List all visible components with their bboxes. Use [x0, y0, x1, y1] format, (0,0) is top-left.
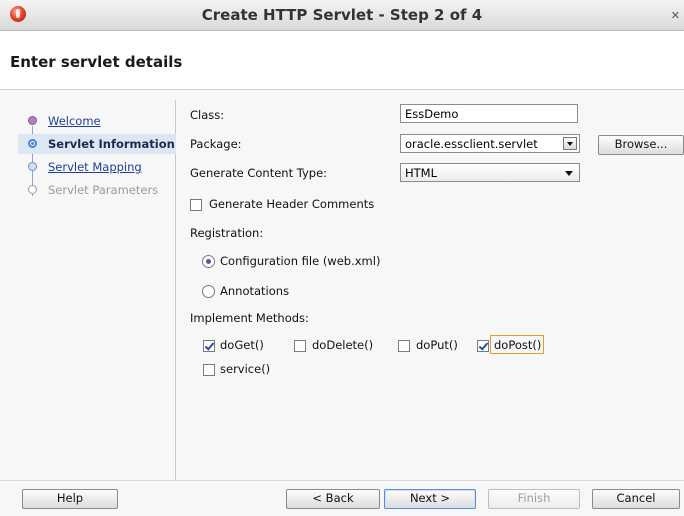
browse-button[interactable]: Browse...: [598, 135, 684, 155]
step-label[interactable]: Welcome: [48, 114, 101, 128]
service-checkbox[interactable]: [203, 364, 215, 376]
header-comments-checkbox[interactable]: [190, 199, 202, 211]
registration-label: Registration:: [190, 226, 264, 240]
step-servlet-parameters: Servlet Parameters: [18, 181, 178, 199]
registration-annotations-label: Annotations: [220, 284, 290, 298]
footer-divider: [0, 480, 684, 481]
package-label: Package:: [190, 137, 242, 151]
wizard-header: Enter servlet details: [0, 31, 684, 90]
package-value: oracle.essclient.servlet: [405, 137, 538, 151]
content-type-value: HTML: [405, 166, 438, 180]
doget-label: doGet(): [220, 338, 264, 352]
step-next-icon: [28, 162, 37, 171]
window-title: Create HTTP Servlet - Step 2 of 4: [201, 6, 483, 24]
cancel-button[interactable]: Cancel: [592, 489, 680, 509]
methods-label: Implement Methods:: [190, 311, 309, 325]
chevron-down-icon: [565, 171, 573, 176]
servlet-details-form: Class: EssDemo Package: oracle.essclient…: [176, 100, 684, 478]
header-comments-label: Generate Header Comments: [209, 197, 375, 211]
help-button[interactable]: Help: [22, 489, 118, 509]
step-welcome[interactable]: Welcome: [18, 112, 178, 130]
registration-config-label: Configuration file (web.xml): [220, 254, 381, 268]
title-bar: Create HTTP Servlet - Step 2 of 4 ✕: [0, 0, 684, 31]
back-button[interactable]: < Back: [286, 489, 380, 509]
step-servlet-mapping[interactable]: Servlet Mapping: [18, 158, 178, 176]
page-title: Enter servlet details: [10, 53, 183, 71]
step-label: Servlet Information: [48, 137, 175, 151]
registration-config-radio[interactable]: [202, 255, 215, 268]
service-label: service(): [220, 362, 271, 376]
step-future-icon: [28, 185, 37, 194]
doput-checkbox[interactable]: [398, 340, 410, 352]
content-type-label: Generate Content Type:: [190, 166, 328, 180]
dopost-label: doPost(): [494, 338, 542, 352]
registration-annotations-radio[interactable]: [202, 285, 215, 298]
step-done-icon: [28, 116, 37, 125]
close-icon[interactable]: ✕: [671, 9, 680, 22]
dodelete-label: doDelete(): [312, 338, 374, 352]
doput-label: doPut(): [416, 338, 458, 352]
content-type-select[interactable]: HTML: [400, 163, 580, 182]
class-input[interactable]: EssDemo: [400, 104, 578, 123]
finish-button: Finish: [488, 489, 580, 509]
wizard-body: Welcome Servlet Information Servlet Mapp…: [0, 90, 684, 482]
doget-checkbox[interactable]: [203, 340, 215, 352]
step-label[interactable]: Servlet Mapping: [48, 160, 142, 174]
dodelete-checkbox[interactable]: [294, 340, 306, 352]
step-label: Servlet Parameters: [48, 183, 159, 197]
wizard-footer: Help < Back Next > Finish Cancel: [0, 480, 684, 516]
package-combo[interactable]: oracle.essclient.servlet: [400, 134, 580, 153]
class-label: Class:: [190, 108, 225, 122]
steps-panel: Welcome Servlet Information Servlet Mapp…: [12, 100, 178, 482]
dopost-checkbox[interactable]: [477, 340, 489, 352]
step-servlet-information[interactable]: Servlet Information: [18, 134, 178, 154]
package-dropdown-arrow-icon[interactable]: [563, 137, 577, 150]
next-button[interactable]: Next >: [384, 489, 476, 509]
step-current-icon: [28, 139, 37, 148]
